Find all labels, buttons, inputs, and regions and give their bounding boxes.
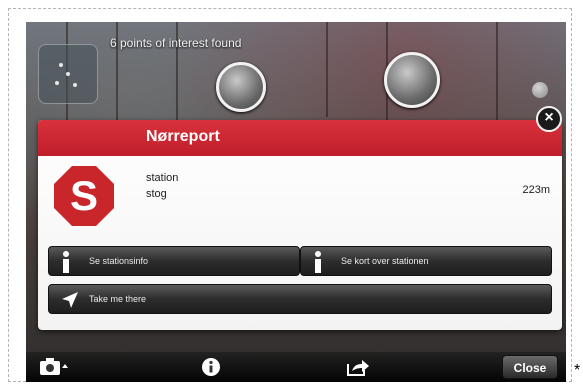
asterisk-mark: * [574,362,581,379]
take-me-there-button[interactable]: Take me there [48,284,552,314]
station-map-label: Se kort over stationen [341,256,429,266]
radar-dot [66,72,70,76]
poi-title: Nørreport [146,128,220,145]
camera-icon[interactable] [40,358,68,376]
info-icon[interactable] [202,358,220,376]
bottom-toolbar: Close [26,352,566,382]
radar-dot [59,63,63,67]
close-circle-icon[interactable]: × [536,106,562,132]
card-header: Nørreport [38,120,562,156]
radar-icon[interactable] [38,44,98,104]
poi-type-line2: stog [146,188,167,200]
station-map-button[interactable]: Se kort over stationen [300,246,552,276]
poi-marker-small[interactable] [532,82,548,98]
take-me-there-label: Take me there [89,294,147,304]
poi-distance: 223m [522,184,550,196]
station-info-button[interactable]: Se stationsinfo [48,246,300,276]
info-i-icon [315,251,321,273]
background-tree [496,22,498,132]
close-button[interactable]: Close [502,355,558,379]
radar-dot [55,81,59,85]
station-info-label: Se stationsinfo [89,256,149,266]
poi-marker[interactable] [216,62,266,112]
navigation-arrow-icon [62,292,78,308]
radar-dot [73,83,77,87]
share-icon[interactable] [346,358,370,376]
poi-count-label: 6 points of interest found [110,36,242,50]
background-tree [326,22,328,117]
logo-letter: S [70,172,98,219]
poi-detail-card: Nørreport S station stog 223m Se station… [38,120,562,330]
poi-marker[interactable] [384,52,440,108]
s-train-logo: S [54,166,114,226]
poi-type-line1: station [146,172,179,184]
ar-camera-view: 6 points of interest found Nørreport S s… [26,22,566,382]
info-i-icon [63,251,69,273]
